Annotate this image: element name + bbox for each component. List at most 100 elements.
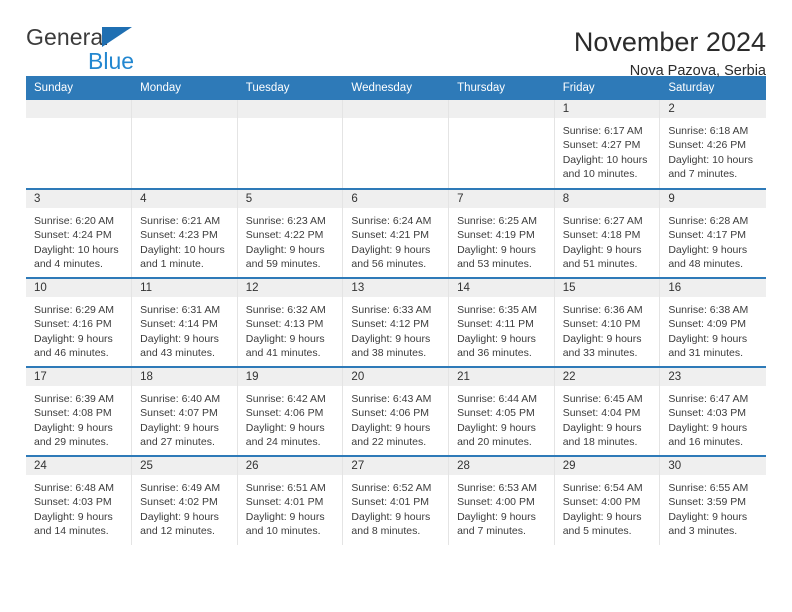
calendar-day-cell[interactable]: 10 Sunrise: 6:29 AM Sunset: 4:16 PM Dayligh… [26,277,133,367]
daylight-duration-line1: Daylight: 9 hours [668,510,748,523]
daylight-duration-line1: Daylight: 9 hours [457,243,536,256]
calendar-day-cell[interactable]: 26 Sunrise: 6:51 AM Sunset: 4:01 PM Dayligh… [237,455,344,545]
sunrise-time: Sunrise: 6:48 AM [34,482,114,494]
calendar-day-cell[interactable]: 30 Sunrise: 6:55 AM Sunset: 3:59 PM Dayligh… [659,455,766,545]
day-number: 29 [554,457,660,475]
daylight-duration-line2: and 4 minutes. [34,258,103,271]
day-number: 19 [237,368,343,386]
daylight-duration-line1: Daylight: 9 hours [562,421,642,434]
calendar-day-cell[interactable]: 12 Sunrise: 6:32 AM Sunset: 4:13 PM Dayligh… [237,277,344,367]
calendar-day-cell[interactable]: 20 Sunrise: 6:43 AM Sunset: 4:06 PM Dayligh… [342,366,450,456]
calendar-day-cell[interactable]: 9 Sunrise: 6:28 AM Sunset: 4:17 PM Daylight… [659,188,766,278]
daylight-duration-line2: and 33 minutes. [562,347,638,360]
calendar-day-cell[interactable]: 19 Sunrise: 6:42 AM Sunset: 4:06 PM Dayligh… [237,366,344,456]
sunset-time: Sunset: 4:02 PM [140,496,218,509]
day-details: Sunrise: 6:36 AM Sunset: 4:10 PM Daylight:… [555,297,660,361]
sunrise-time: Sunrise: 6:25 AM [457,215,538,227]
calendar-day-cell[interactable]: 11 Sunrise: 6:31 AM Sunset: 4:14 PM Dayligh… [131,277,238,367]
daylight-duration-line1: Daylight: 10 hours [140,243,225,256]
page-subtitle-location: Nova Pazova, Serbia [629,62,766,79]
daylight-duration-line2: and 1 minute. [140,258,204,271]
day-number: 22 [554,368,660,386]
calendar-day-cell[interactable]: 3 Sunrise: 6:20 AM Sunset: 4:24 PM Daylight… [26,188,133,278]
calendar-page: General Blue November 2024 Nova Pazova, … [0,0,792,612]
daylight-duration-line1: Daylight: 9 hours [562,510,642,523]
daylight-duration-line1: Daylight: 9 hours [351,510,431,523]
calendar-day-cell[interactable]: 8 Sunrise: 6:27 AM Sunset: 4:18 PM Daylight… [554,188,661,278]
calendar-week-row: 24 Sunrise: 6:48 AM Sunset: 4:03 PM Dayligh… [26,455,766,545]
sunrise-time: Sunrise: 6:39 AM [34,393,114,405]
daylight-duration-line1: Daylight: 9 hours [457,332,536,345]
calendar-day-cell[interactable]: 28 Sunrise: 6:53 AM Sunset: 4:00 PM Dayligh… [448,455,555,545]
day-details: Sunrise: 6:27 AM Sunset: 4:18 PM Daylight:… [555,208,660,272]
day-details: Sunrise: 6:31 AM Sunset: 4:14 PM Daylight:… [132,297,237,361]
sunset-time: Sunset: 3:59 PM [668,496,746,509]
day-number: 18 [132,368,237,386]
day-number: 21 [449,368,554,386]
sunset-time: Sunset: 4:03 PM [34,496,112,509]
calendar-day-cell[interactable]: 15 Sunrise: 6:36 AM Sunset: 4:10 PM Dayligh… [554,277,661,367]
calendar-day-cell[interactable]: 14 Sunrise: 6:35 AM Sunset: 4:11 PM Dayligh… [448,277,555,367]
daylight-duration-line1: Daylight: 9 hours [245,510,325,523]
calendar-day-cell[interactable]: 13 Sunrise: 6:33 AM Sunset: 4:12 PM Dayligh… [342,277,450,367]
day-number: 3 [26,190,132,208]
day-number: 23 [660,368,766,386]
day-number: 12 [237,279,343,297]
daylight-duration-line2: and 3 minutes. [668,525,738,538]
calendar-day-cell[interactable]: 17 Sunrise: 6:39 AM Sunset: 4:08 PM Dayligh… [26,366,133,456]
day-number: 2 [660,100,766,118]
sunrise-time: Sunrise: 6:31 AM [140,304,221,316]
day-number [343,100,449,118]
calendar-day-cell-empty [448,100,555,189]
calendar-day-cell[interactable]: 6 Sunrise: 6:24 AM Sunset: 4:21 PM Daylight… [342,188,450,278]
calendar-week-row: 10 Sunrise: 6:29 AM Sunset: 4:16 PM Dayligh… [26,277,766,367]
daylight-duration-line2: and 22 minutes. [351,436,427,449]
calendar-day-cell[interactable]: 25 Sunrise: 6:49 AM Sunset: 4:02 PM Dayligh… [131,455,238,545]
calendar-day-cell[interactable]: 1 Sunrise: 6:17 AM Sunset: 4:27 PM Daylight… [554,100,661,189]
daylight-duration-line1: Daylight: 9 hours [140,421,219,434]
sunset-time: Sunset: 4:21 PM [351,229,430,242]
calendar-day-cell[interactable]: 7 Sunrise: 6:25 AM Sunset: 4:19 PM Daylight… [448,188,555,278]
sunrise-time: Sunrise: 6:54 AM [562,482,643,494]
sunrise-sunset-calendar-table: Sunday Monday Tuesday Wednesday Thursday Frid… [26,76,766,545]
calendar-day-cell-empty [342,100,450,189]
sunset-time: Sunset: 4:23 PM [140,229,218,242]
day-details: Sunrise: 6:17 AM Sunset: 4:27 PM Daylight:… [555,118,660,182]
calendar-day-cell[interactable]: 27 Sunrise: 6:52 AM Sunset: 4:01 PM Dayligh… [342,455,450,545]
calendar-day-cell[interactable]: 29 Sunrise: 6:54 AM Sunset: 4:00 PM Dayligh… [554,455,661,545]
day-number [132,100,237,118]
daylight-duration-line1: Daylight: 9 hours [351,421,431,434]
daylight-duration-line2: and 41 minutes. [245,347,321,360]
day-number: 28 [449,457,554,475]
day-number: 14 [449,279,554,297]
calendar-day-cell[interactable]: 16 Sunrise: 6:38 AM Sunset: 4:09 PM Dayligh… [659,277,766,367]
weekday-header-monday: Monday [131,76,238,100]
day-details: Sunrise: 6:43 AM Sunset: 4:06 PM Daylight:… [343,386,448,450]
day-details: Sunrise: 6:38 AM Sunset: 4:09 PM Daylight:… [660,297,765,361]
daylight-duration-line2: and 7 minutes. [457,525,526,538]
daylight-duration-line2: and 51 minutes. [562,258,638,271]
day-details: Sunrise: 6:21 AM Sunset: 4:23 PM Daylight:… [132,208,237,272]
calendar-day-cell[interactable]: 24 Sunrise: 6:48 AM Sunset: 4:03 PM Dayligh… [26,455,133,545]
day-number: 5 [237,190,343,208]
sunrise-time: Sunrise: 6:51 AM [245,482,326,494]
calendar-day-cell[interactable]: 5 Sunrise: 6:23 AM Sunset: 4:22 PM Daylight… [237,188,344,278]
calendar-week-row: 1 Sunrise: 6:17 AM Sunset: 4:27 PM Daylight… [26,100,766,189]
calendar-day-cell[interactable]: 21 Sunrise: 6:44 AM Sunset: 4:05 PM Dayligh… [448,366,555,456]
calendar-day-cell[interactable]: 2 Sunrise: 6:18 AM Sunset: 4:26 PM Daylight… [659,100,766,189]
daylight-duration-line1: Daylight: 9 hours [668,421,748,434]
calendar-day-cell[interactable]: 18 Sunrise: 6:40 AM Sunset: 4:07 PM Dayligh… [131,366,238,456]
page-title: November 2024 [573,27,766,57]
day-details: Sunrise: 6:39 AM Sunset: 4:08 PM Daylight:… [26,386,131,450]
daylight-duration-line2: and 10 minutes. [562,168,638,181]
calendar-day-cell[interactable]: 4 Sunrise: 6:21 AM Sunset: 4:23 PM Daylight… [131,188,238,278]
calendar-day-cell[interactable]: 22 Sunrise: 6:45 AM Sunset: 4:04 PM Dayligh… [554,366,661,456]
calendar-day-cell[interactable]: 23 Sunrise: 6:47 AM Sunset: 4:03 PM Dayligh… [659,366,766,456]
daylight-duration-line1: Daylight: 9 hours [562,243,642,256]
sunset-time: Sunset: 4:01 PM [351,496,430,509]
daylight-duration-line2: and 59 minutes. [245,258,321,271]
calendar-day-cell-empty [26,100,133,189]
sunset-time: Sunset: 4:00 PM [562,496,641,509]
weekday-header-tuesday: Tuesday [237,76,344,100]
brand-logo[interactable]: General Blue [26,26,256,76]
